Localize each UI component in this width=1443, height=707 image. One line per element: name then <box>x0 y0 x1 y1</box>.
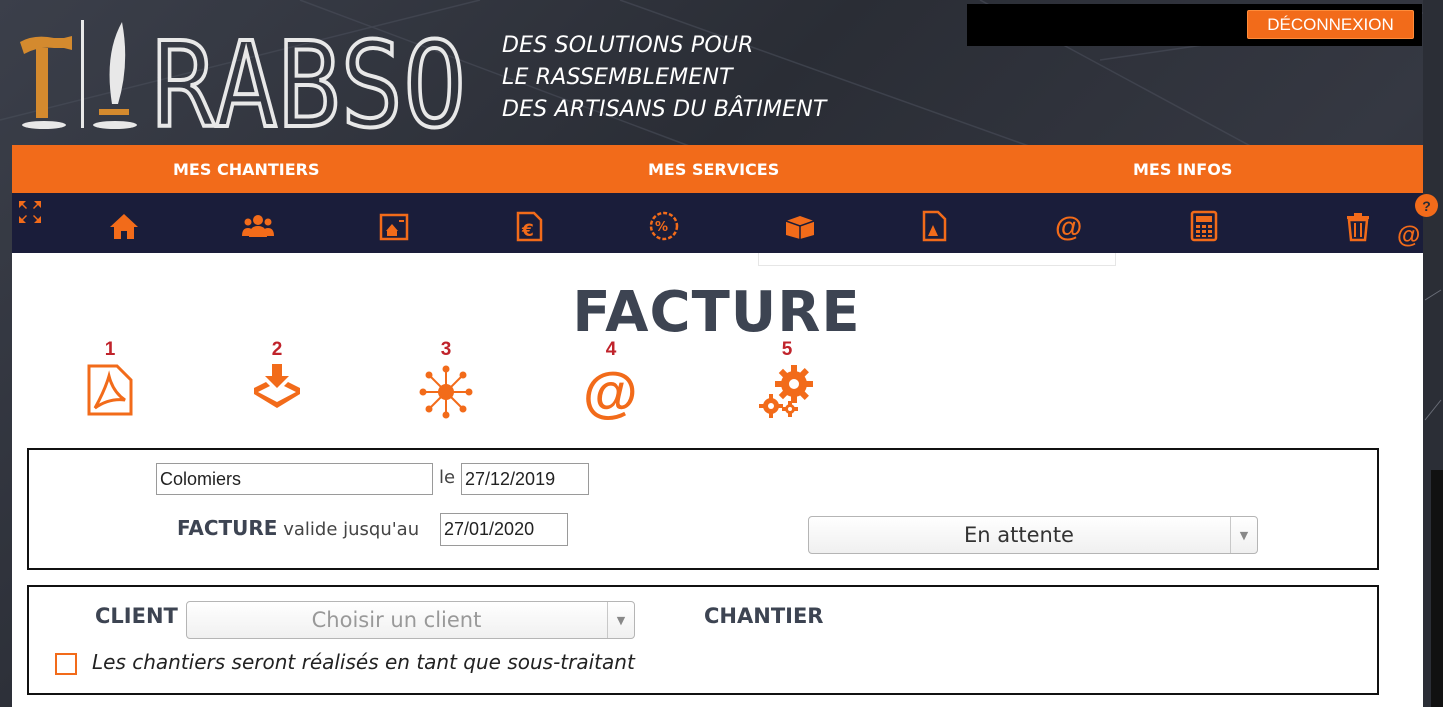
network-icon <box>419 365 473 419</box>
tagline-line-3: DES ARTISANS DU BÂTIMENT <box>502 97 827 122</box>
rabso-logo[interactable]: RABSO <box>14 14 474 136</box>
download-tray-icon <box>254 364 300 408</box>
help-icon[interactable]: ? <box>1415 194 1438 217</box>
pdf-icon <box>87 364 133 416</box>
step-4-email[interactable]: 4 @ <box>576 339 646 421</box>
svg-text:@: @ <box>583 364 638 420</box>
estimate-icon[interactable] <box>377 209 411 243</box>
invoice-date-input[interactable]: 27/12/2019 <box>461 463 589 495</box>
logo-text: RABSO <box>152 16 466 136</box>
nav-mes-chantiers[interactable]: MES CHANTIERS <box>173 145 320 193</box>
nav-mes-services[interactable]: MES SERVICES <box>648 145 779 193</box>
step-number: 4 <box>605 339 617 360</box>
city-input[interactable]: Colomiers <box>156 463 433 495</box>
validity-label: FACTURE valide jusqu'au <box>177 516 419 540</box>
tagline: DES SOLUTIONS POUR LE RASSEMBLEMENT DES … <box>502 30 827 126</box>
users-icon[interactable] <box>241 209 275 243</box>
gears-icon <box>759 365 813 418</box>
discount-icon[interactable]: % <box>647 209 681 243</box>
date-label: le <box>439 467 456 488</box>
invoice-euro-icon[interactable]: € <box>512 209 546 243</box>
step-number: 3 <box>440 339 452 360</box>
step-2-download[interactable]: 2 <box>242 340 312 410</box>
client-select-placeholder: Choisir un client <box>311 608 482 632</box>
nav-mes-infos[interactable]: MES INFOS <box>1133 145 1232 193</box>
valid-until-label: valide jusqu'au <box>283 519 420 540</box>
step-1-pdf[interactable]: 1 <box>75 340 145 416</box>
svg-text:@: @ <box>1055 211 1082 242</box>
right-edge-decoration <box>1423 0 1443 707</box>
chevron-down-icon: ▼ <box>607 602 634 638</box>
document-icon[interactable] <box>917 209 951 243</box>
svg-text:%: % <box>655 220 668 235</box>
email-icon[interactable]: @ <box>1053 209 1087 243</box>
status-select-value: En attente <box>964 523 1074 547</box>
chantier-label: CHANTIER <box>704 604 824 628</box>
box-icon[interactable] <box>783 209 817 243</box>
client-label: CLIENT <box>95 604 178 628</box>
step-number: 1 <box>104 339 116 360</box>
dropdown-shadow <box>758 253 1116 266</box>
main-nav: MES CHANTIERS MES SERVICES MES INFOS <box>12 145 1423 193</box>
feather-icon <box>93 22 137 129</box>
client-select[interactable]: Choisir un client ▼ <box>186 601 635 639</box>
logout-button[interactable]: DÉCONNEXION <box>1247 10 1414 39</box>
icon-toolbar: € % @ <box>12 193 1423 253</box>
svg-text:€: € <box>521 221 534 241</box>
step-3-network[interactable]: 3 <box>411 340 481 420</box>
side-email-icon[interactable]: @ <box>1397 222 1420 250</box>
valid-until-input[interactable]: 27/01/2020 <box>440 513 568 546</box>
step-number: 5 <box>781 339 793 360</box>
step-number: 2 <box>271 339 283 360</box>
status-select[interactable]: En attente ▼ <box>808 516 1258 554</box>
home-icon[interactable] <box>107 209 141 243</box>
step-5-settings[interactable]: 5 <box>752 340 822 418</box>
facture-label: FACTURE <box>177 516 278 540</box>
tagline-line-2: LE RASSEMBLEMENT <box>502 65 733 90</box>
subcontract-checkbox[interactable] <box>55 653 77 675</box>
tagline-line-1: DES SOLUTIONS POUR <box>502 33 754 58</box>
chevron-down-icon: ▼ <box>1230 517 1257 553</box>
trash-icon[interactable] <box>1341 209 1375 243</box>
expand-icon[interactable] <box>17 199 43 225</box>
at-sign-icon: @ <box>583 364 638 420</box>
subcontract-label[interactable]: Les chantiers seront réalisés en tant qu… <box>92 650 635 674</box>
calculator-icon[interactable] <box>1187 209 1221 243</box>
hammer-icon <box>20 36 72 129</box>
page-title: FACTURE <box>572 280 861 345</box>
